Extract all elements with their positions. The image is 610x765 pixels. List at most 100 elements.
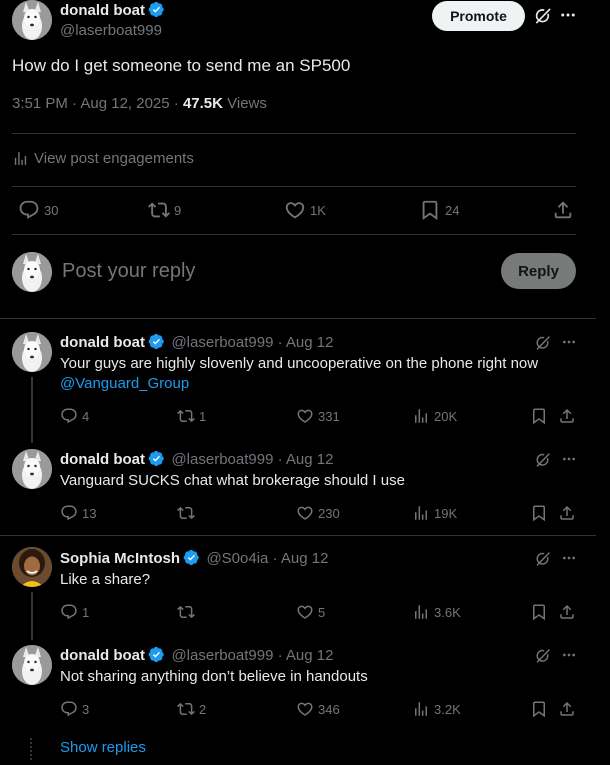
engagements-label: View post engagements [34, 150, 194, 167]
bookmark-button[interactable] [530, 700, 548, 718]
bookmark-icon [419, 199, 441, 221]
reply-meta[interactable]: @laserboat999 · Aug 12 [171, 647, 333, 664]
more-options-icon[interactable] [561, 647, 577, 663]
avatar-image [12, 0, 52, 40]
views-button[interactable]: 19K [412, 504, 457, 522]
reply-count: 30 [44, 202, 59, 218]
avatar-image [12, 252, 52, 292]
bookmark-button[interactable] [530, 603, 548, 621]
show-replies-link[interactable]: Show replies [60, 739, 146, 756]
reply-icon [60, 700, 78, 718]
divider [0, 535, 596, 536]
more-options-icon[interactable] [559, 6, 577, 24]
reply-input[interactable]: Post your reply [62, 260, 195, 283]
mention-link[interactable]: @Vanguard_Group [60, 375, 189, 392]
repost-button[interactable]: 1 [177, 407, 206, 425]
more-options-icon[interactable] [561, 550, 577, 566]
author-name[interactable]: donald boat [60, 647, 145, 664]
avatar[interactable] [12, 449, 52, 489]
like-icon [296, 700, 314, 718]
repost-button[interactable]: 2 [177, 700, 206, 718]
repost-button[interactable] [177, 504, 195, 522]
author-name[interactable]: donald boat [60, 451, 145, 468]
share-button[interactable] [558, 603, 576, 621]
repost-icon [148, 199, 170, 221]
reply-button[interactable]: 1 [60, 603, 89, 621]
reply-submit-button[interactable]: Reply [501, 253, 576, 289]
thread-line [31, 592, 33, 640]
reply-meta[interactable]: @laserboat999 · Aug 12 [171, 451, 333, 468]
avatar-image [12, 332, 52, 372]
like-button[interactable]: 331 [296, 407, 340, 425]
share-button[interactable] [558, 504, 576, 522]
avatar[interactable] [12, 547, 52, 587]
more-options-icon[interactable] [561, 334, 577, 350]
reply-icon [60, 504, 78, 522]
reply-text: Like a share? [60, 571, 151, 588]
author-handle[interactable]: @laserboat999 [60, 22, 162, 39]
reply-button[interactable]: 13 [60, 504, 96, 522]
views-icon [412, 407, 430, 425]
reply-text: Your guys are highly slovenly and uncoop… [60, 354, 580, 394]
reply-button[interactable]: 30 [18, 199, 58, 221]
author-name[interactable]: donald boat [60, 334, 145, 351]
avatar-image [12, 645, 52, 685]
repost-count: 1 [199, 408, 207, 424]
like-icon [296, 603, 314, 621]
post-timestamp[interactable]: 3:51 PM · Aug 12, 2025 · [12, 95, 183, 112]
avatar[interactable] [12, 0, 52, 40]
bookmark-icon [530, 700, 548, 718]
bookmark-icon [530, 407, 548, 425]
reply-button[interactable]: 3 [60, 700, 89, 718]
verified-badge-icon [148, 450, 165, 467]
reply-button[interactable]: 4 [60, 407, 89, 425]
verified-badge-icon [148, 1, 165, 18]
like-button[interactable]: 230 [296, 504, 340, 522]
reply-header: donald boat @laserboat999 · Aug 12 [60, 450, 333, 469]
grok-icon[interactable] [533, 6, 553, 26]
reply-header: Sophia McIntosh @S0o4ia · Aug 12 [60, 549, 328, 568]
reply-icon [60, 603, 78, 621]
reply-body: Your guys are highly slovenly and uncoop… [60, 355, 539, 372]
avatar[interactable] [12, 332, 52, 372]
grok-icon[interactable] [534, 647, 552, 665]
avatar-image [12, 547, 52, 587]
like-button[interactable]: 346 [296, 700, 340, 718]
bookmark-button[interactable]: 24 [419, 199, 459, 221]
like-icon [296, 407, 314, 425]
reply-count: 3 [82, 701, 90, 717]
share-button[interactable] [558, 407, 576, 425]
like-button[interactable]: 1K [284, 199, 326, 221]
grok-icon[interactable] [534, 334, 552, 352]
composer-avatar[interactable] [12, 252, 52, 292]
reply-text: Not sharing anything don’t believe in ha… [60, 668, 368, 685]
reply-header: donald boat @laserboat999 · Aug 12 [60, 646, 333, 665]
repost-button[interactable]: 9 [148, 199, 181, 221]
share-button[interactable] [558, 700, 576, 718]
share-button[interactable] [552, 199, 574, 221]
author-name[interactable]: Sophia McIntosh [60, 550, 180, 567]
more-options-icon[interactable] [561, 451, 577, 467]
reply-icon [60, 407, 78, 425]
repost-icon [177, 504, 195, 522]
promote-button[interactable]: Promote [432, 1, 525, 31]
bookmark-button[interactable] [530, 407, 548, 425]
repost-button[interactable] [177, 603, 195, 621]
views-button[interactable]: 3.6K [412, 603, 461, 621]
views-icon [412, 603, 430, 621]
author-name-row[interactable]: donald boat [60, 1, 165, 20]
like-count: 230 [318, 505, 340, 521]
views-count: 3.2K [434, 701, 461, 717]
grok-icon[interactable] [534, 550, 552, 568]
author-name[interactable]: donald boat [60, 2, 145, 19]
grok-icon[interactable] [534, 451, 552, 469]
like-button[interactable]: 5 [296, 603, 325, 621]
reply-meta[interactable]: @laserboat999 · Aug 12 [171, 334, 333, 351]
reply-meta[interactable]: @S0o4ia · Aug 12 [206, 550, 328, 567]
views-button[interactable]: 20K [412, 407, 457, 425]
avatar[interactable] [12, 645, 52, 685]
view-engagements-link[interactable]: View post engagements [12, 150, 194, 167]
reply-count: 4 [82, 408, 90, 424]
bookmark-button[interactable] [530, 504, 548, 522]
views-button[interactable]: 3.2K [412, 700, 461, 718]
